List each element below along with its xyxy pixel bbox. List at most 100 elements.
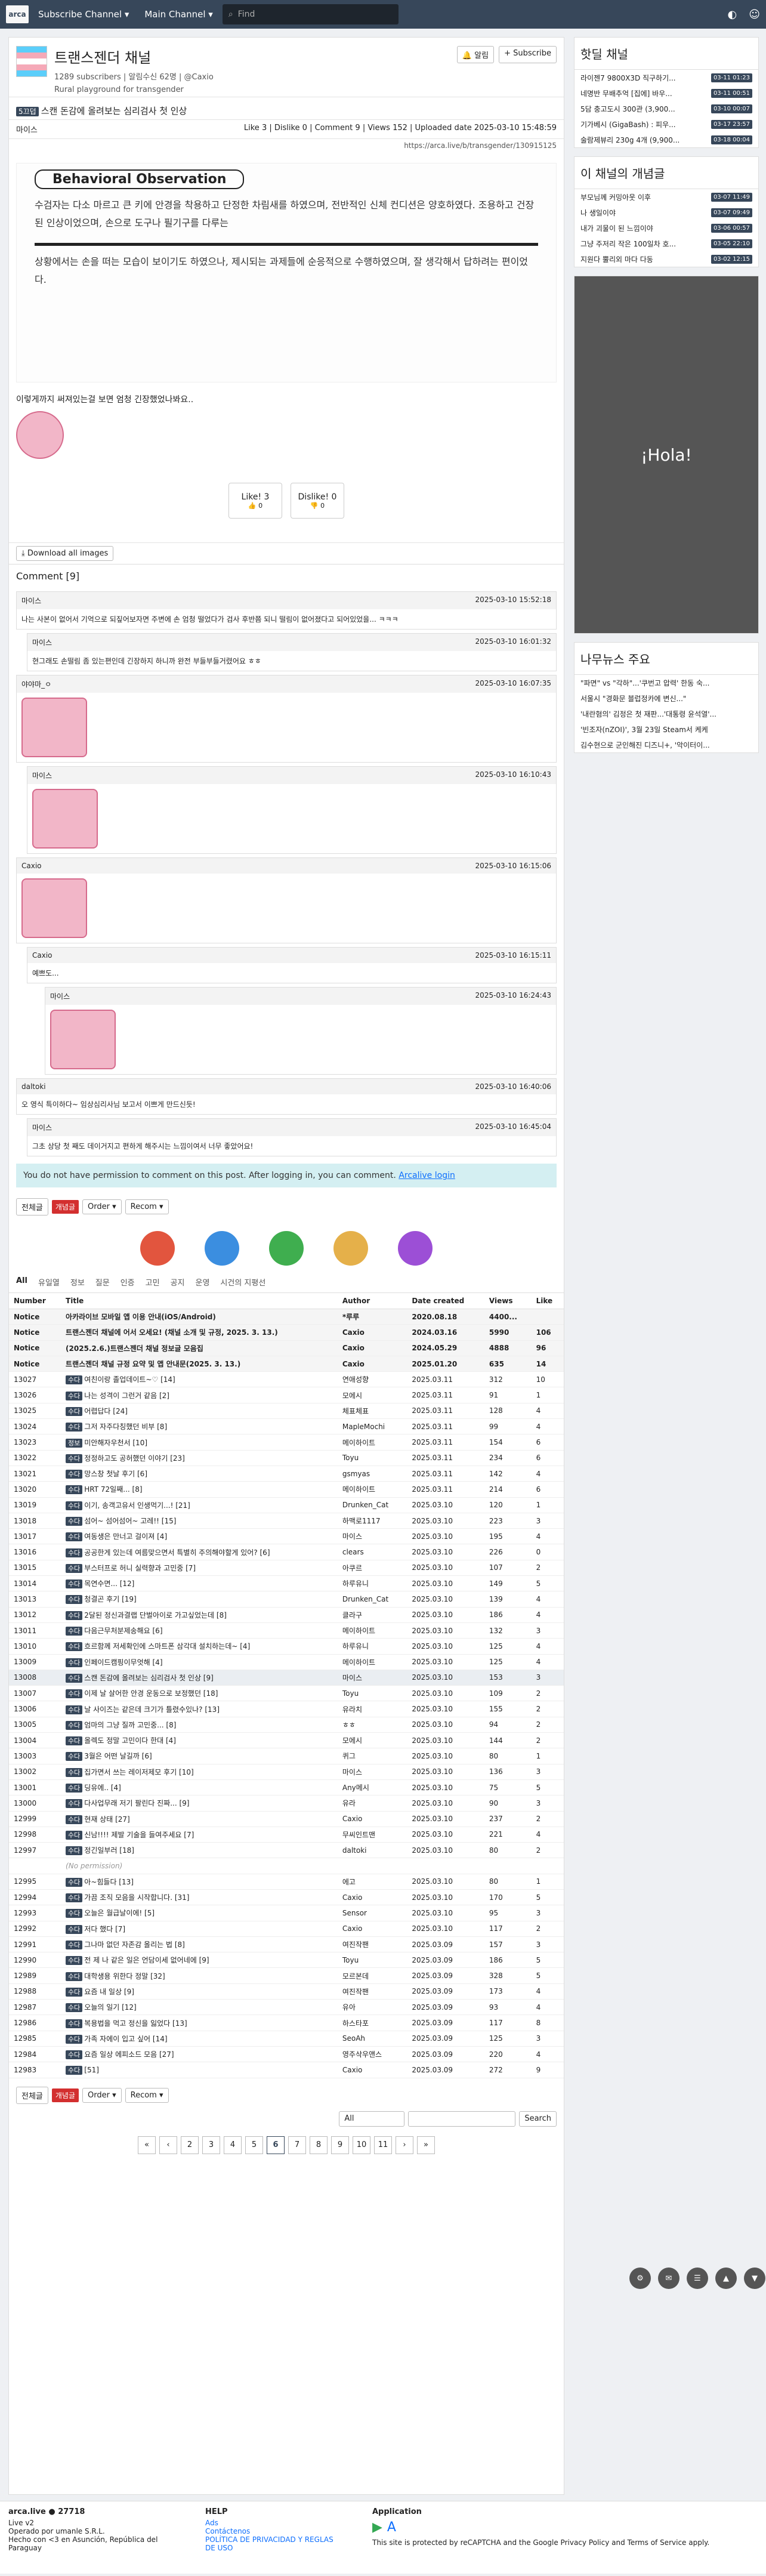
ads-link[interactable]: Ads [205, 2519, 336, 2527]
post-title[interactable]: 수다 가끔 조직 모음을 시작합니다. [31] [61, 1889, 338, 1906]
post-author[interactable]: 하루유니 [337, 1575, 407, 1592]
post-title[interactable]: 수다 2달된 정신과결랩 단벌아이로 가고싶었는데 [8] [61, 1607, 338, 1623]
post-title[interactable]: 수다 날 사이즈는 같은데 크기가 틀렸수있나? [13] [61, 1701, 338, 1717]
contact-link[interactable]: Contáctenos [205, 2527, 336, 2535]
board-search-button[interactable]: Search [519, 2111, 557, 2127]
table-row[interactable]: 13015 수다 부스터프로 허니 실력향과 고민중 [7] 아쿠르 2025.03.1… [9, 1560, 564, 1577]
table-row[interactable]: 13021 수다 망스창 첫날 후기 [6] gsmyas 2025.03.11 142 4 [9, 1466, 564, 1482]
table-row[interactable]: 12984 수다 요즘 일상 에피소드 모음 [27] 영주삭우앤스 2025.03.0… [9, 2046, 564, 2063]
post-title[interactable]: 수다 아~힘들다 [13] [61, 1874, 338, 1890]
app-store-icon[interactable]: A [387, 2520, 396, 2535]
page-«[interactable]: « [138, 2136, 156, 2154]
post-title[interactable]: 수다 정정하고도 공허했던 이야기 [23] [61, 1450, 338, 1466]
channel-title[interactable]: 트랜스젠더 채널 [54, 46, 214, 67]
post-author[interactable]: 모에시 [337, 1387, 407, 1403]
post-author[interactable]: 메이하이트 [337, 1654, 407, 1670]
table-row[interactable]: 12986 수다 복용법을 먹고 정신을 잃었다 [13] 하스타포 2025.03.0… [9, 2014, 564, 2031]
theme-icon[interactable]: ◐ [728, 8, 737, 21]
post-title[interactable]: 수다 요즘 내 일상 [9] [61, 1983, 338, 2000]
post-title[interactable]: 수다 가족 자에이 입고 싶어 [14] [61, 2031, 338, 2047]
post-title[interactable]: 수다 집가면서 쓰는 레이저제모 후기 [10] [61, 1764, 338, 1780]
emoticon-2[interactable] [205, 1231, 239, 1266]
post-title[interactable]: 수다 나는 성격이 그런거 같음 [2] [61, 1387, 338, 1403]
post-author[interactable]: 퀴그 [337, 1748, 407, 1764]
post-author[interactable]: Drunken_Cat [337, 1591, 407, 1608]
settings-icon[interactable]: ⚙ [629, 2268, 651, 2289]
post-author[interactable]: 메이하이트 [337, 1434, 407, 1451]
like-button[interactable]: Like! 3 👍 0 [228, 483, 282, 519]
subscribe-button[interactable]: + Subscribe [499, 46, 557, 63]
tab-7[interactable]: 운영 [195, 1276, 209, 1288]
post-author[interactable] [337, 1858, 407, 1874]
post-author[interactable]: clears [337, 1544, 407, 1560]
post-author[interactable]: Toyu [337, 1450, 407, 1466]
table-row[interactable]: 13005 수다 엄마의 그냥 질까 고민중... [8] ㅎㅎ 2025.03.10 9… [9, 1717, 564, 1733]
post-author[interactable]: 마이스 [337, 1764, 407, 1780]
post-title[interactable]: 수다 공공한게 있는데 여름맞으면서 특별히 주의해야할게 있어? [6] [61, 1544, 338, 1560]
post-author[interactable]: MapleMochi [337, 1418, 407, 1435]
post-title[interactable]: 정보 미안해자우천서 [10] [61, 1434, 338, 1451]
table-row[interactable]: 12985 수다 가족 자에이 입고 싶어 [14] SeoAh 2025.03.09 1… [9, 2031, 564, 2047]
table-row[interactable]: 13003 수다 3월은 어떤 날길까 [6] 퀴그 2025.03.10 80 1 [9, 1748, 564, 1764]
table-row[interactable]: 13025 수다 어렵답다 [24] 체표체표 2025.03.11 128 4 [9, 1403, 564, 1420]
order-select[interactable]: Order ▾ [82, 1199, 122, 1214]
policy-link[interactable]: POLÍTICA DE PRIVACIDAD Y REGLAS DE USO [205, 2535, 336, 2552]
post-author[interactable]: 아쿠르 [337, 1560, 407, 1577]
post-author[interactable]: 영주삭우앤스 [337, 2046, 407, 2063]
table-row[interactable]: 13011 수다 다음근무처분제송해요 [6] 메이하이트 2025.03.10 132 3 [9, 1622, 564, 1639]
alarm-button[interactable]: 🔔 알림 [456, 46, 495, 63]
news-item[interactable]: "파면" vs "각하"...'쿠번고 압력' 한동 숙... [574, 675, 758, 690]
post-title[interactable]: 수다 HRT 72일째... [8] [61, 1481, 338, 1498]
table-row[interactable]: 13000 수다 다사업무래 저기 팔린다 진짜... [9] 유라 2025.03.1… [9, 1795, 564, 1812]
table-row[interactable]: 13017 수다 여동생은 만너고 걸이져 [4] 마이스 2025.03.10 195 4 [9, 1528, 564, 1545]
table-row[interactable]: 13004 수다 올렉도 정말 고민이다 한대 [4] 모에시 2025.03.10 14… [9, 1732, 564, 1749]
post-title[interactable]: (No permission) [61, 1858, 338, 1874]
recom-select[interactable]: Recom ▾ [125, 1199, 169, 1214]
notice-row[interactable]: Notice 트랜스젠더 채널 규정 요약 및 앱 안내문(2025. 3. 13… [9, 1356, 564, 1372]
post-author[interactable]: ㅎㅎ [337, 1717, 407, 1733]
post-title[interactable]: 수다 스캔 돈감에 올려보는 심리검사 첫 인상 [9] [61, 1670, 338, 1686]
sidebar-item[interactable]: 네명반 무배추억 [집에] 바우... 03-11 00:51 [574, 85, 758, 101]
dislike-button[interactable]: Dislike! 0 👎 0 [291, 483, 344, 519]
comment-author[interactable]: 마이스 [32, 1122, 52, 1133]
post-author[interactable]: daltoki [337, 1842, 407, 1859]
emoticon-1[interactable] [140, 1231, 175, 1266]
post-title[interactable]: 수다 신남!!!! 제발 기술을 들여주세요 [7] [61, 1827, 338, 1843]
main-channel-menu[interactable]: Main Channel ▾ [138, 9, 218, 20]
post-title[interactable]: 수다 오늘의 일기 [12] [61, 1999, 338, 2016]
post-author[interactable]: Caxio [337, 1921, 407, 1937]
table-row[interactable]: 12993 수다 오늘은 월급날이에! [5] Sensor 2025.03.10 95 3 [9, 1905, 564, 1921]
scroll-down-icon[interactable]: ▼ [744, 2268, 765, 2289]
news-item[interactable]: '빈조자(nZOI)', 3월 23일 Steam서 케케 [574, 721, 758, 737]
table-row[interactable]: 13007 수다 이제 날 살어한 안경 운동으로 보정했던 [18] Toyu 202… [9, 1685, 564, 1702]
post-title[interactable]: 수다 그나마 없던 자존감 올리는 법 [8] [61, 1936, 338, 1953]
post-title[interactable]: 수다 흐르함께 저세확인에 스마트폰 삼각대 설치하는데~ [4] [61, 1638, 338, 1655]
tab-1[interactable]: 유일열 [38, 1276, 60, 1288]
post-title[interactable]: 수다 현재 상태 [27] [61, 1811, 338, 1827]
board-search-input[interactable] [408, 2111, 516, 2127]
comment-author[interactable]: 마이스 [21, 596, 41, 606]
post-title[interactable]: 수다 청결곤 후기 [19] [61, 1591, 338, 1608]
scroll-up-icon[interactable]: ▲ [715, 2268, 737, 2289]
comment-author[interactable]: daltoki [21, 1082, 46, 1091]
table-row[interactable]: 13018 수다 섬어~ 섬어섬어~ 고레!! [15] 하맥로1117 2025.03… [9, 1513, 564, 1529]
post-title[interactable]: 수다 어렵답다 [24] [61, 1403, 338, 1420]
post-author[interactable]: 마이스 [337, 1670, 407, 1686]
post-author[interactable]: 체표체표 [337, 1403, 407, 1420]
post-title[interactable]: 수다 부스터프로 허니 실력향과 고민중 [7] [61, 1560, 338, 1577]
table-row[interactable]: 13020 수다 HRT 72일째... [8] 메이하이트 2025.03.11 214… [9, 1481, 564, 1498]
page-11[interactable]: 11 [374, 2136, 392, 2154]
table-row[interactable]: 13012 수다 2달된 정신과결랩 단벌아이로 가고싶었는데 [8] 클라구 2025… [9, 1607, 564, 1623]
post-author[interactable]: SeoAh [337, 2031, 407, 2047]
page-5[interactable]: 5 [245, 2136, 263, 2154]
post-title[interactable]: 수다 이제 날 살어한 안경 운동으로 보정했던 [18] [61, 1685, 338, 1702]
table-row[interactable]: 12992 수다 저다 했다 [7] Caxio 2025.03.10 117 2 [9, 1921, 564, 1937]
table-row[interactable]: 13009 수다 인페이드캠핑이무엇해 [4] 메이하이트 2025.03.10 125 4 [9, 1654, 564, 1670]
tab-6[interactable]: 공지 [171, 1276, 185, 1288]
recom-select-bottom[interactable]: Recom ▾ [125, 2087, 169, 2103]
table-row[interactable]: 12990 수다 전 제 나 같은 일은 언담이세 없어네에 [9] Toyu 2025… [9, 1952, 564, 1969]
table-row[interactable]: 13002 수다 집가면서 쓰는 레이저제모 후기 [10] 마이스 2025.03.1… [9, 1764, 564, 1780]
notice-row[interactable]: Notice 트랜스젠더 채널에 어서 오세요! (채널 소개 및 규정, 202… [9, 1324, 564, 1341]
emoticon-4[interactable] [333, 1231, 368, 1266]
table-row[interactable]: 12988 수다 요즘 내 일상 [9] 여진작팬 2025.03.09 173 4 [9, 1983, 564, 2000]
